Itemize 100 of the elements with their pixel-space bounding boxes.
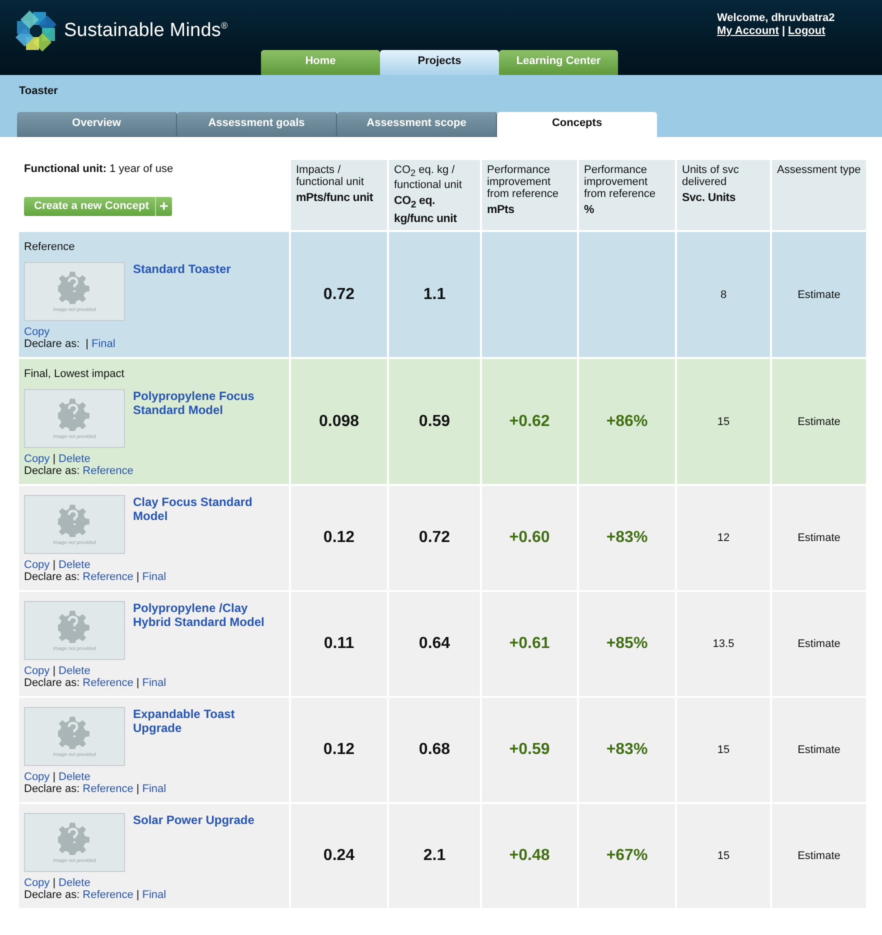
separator: | <box>52 665 56 678</box>
placeholder-icon <box>58 270 92 304</box>
placeholder-icon <box>58 821 92 856</box>
project-title: Toaster <box>19 85 58 97</box>
account-link[interactable]: My Account <box>717 25 779 37</box>
concept-name[interactable]: Polypropylene Focus Standard Model <box>133 389 273 448</box>
column-title: Performance improvement from reference <box>584 164 657 200</box>
action-link[interactable]: Delete <box>58 771 90 784</box>
table-cell: +0.48 <box>509 847 550 864</box>
declare-link[interactable]: Final <box>92 338 116 350</box>
table-cell: 15 <box>717 744 730 756</box>
table-cell: 0.24 <box>323 847 355 864</box>
separator: | <box>86 338 88 350</box>
table-cell: 13.5 <box>712 638 734 650</box>
separator: | <box>136 889 140 902</box>
table-cell: Estimate <box>798 416 840 428</box>
concept-name[interactable]: Expandable Toast Upgrade <box>133 707 273 766</box>
nav-tab[interactable]: Projects <box>380 50 499 75</box>
separator: | <box>782 25 786 37</box>
action-link[interactable]: Copy <box>24 559 50 572</box>
separator: | <box>136 783 140 796</box>
concept-name[interactable]: Polypropylene /Clay Hybrid Standard Model <box>133 601 273 660</box>
concept-name[interactable]: Standard Toaster <box>133 262 231 322</box>
table-cell: 8 <box>720 288 727 301</box>
section-tab[interactable]: Overview <box>17 112 177 137</box>
declare-label: Declare as: <box>24 465 80 478</box>
column-title: Performance improvement from reference <box>487 164 560 200</box>
placeholder-icon <box>58 715 92 750</box>
action-link[interactable]: Copy <box>24 665 50 678</box>
table-cell: Estimate <box>798 744 840 756</box>
concept-name[interactable]: Solar Power Upgrade <box>133 813 254 872</box>
table-cell: 0.68 <box>418 741 450 758</box>
brand-name: Sustainable Minds$^{®}$ <box>64 20 228 42</box>
declare-label: Declare as: <box>24 889 80 902</box>
placeholder-icon <box>58 397 92 432</box>
table-cell: +86% <box>606 412 648 430</box>
section-tab[interactable]: Assessment goals <box>177 112 337 137</box>
table-cell: +0.59 <box>509 741 550 758</box>
concept-name[interactable]: Clay Focus Standard Model <box>133 495 273 554</box>
separator: | <box>52 453 56 466</box>
separator: | <box>136 677 140 690</box>
column-unit: % <box>584 203 596 218</box>
declare-label: Declare as: <box>24 571 80 584</box>
account-link[interactable]: Logout <box>788 25 826 37</box>
column-title: Impacts / functional unit <box>296 164 365 188</box>
action-link[interactable]: Copy <box>24 453 50 466</box>
table-cell: +0.60 <box>509 529 550 546</box>
table-cell: 0.12 <box>323 741 355 758</box>
section-tab[interactable]: Assessment scope <box>337 112 497 137</box>
action-link[interactable]: Delete <box>58 665 90 678</box>
column-unit: Svc. Units <box>682 191 737 206</box>
separator: | <box>52 559 56 572</box>
table-cell: Estimate <box>798 288 840 301</box>
declare-link[interactable]: Final <box>142 677 166 690</box>
table-cell: 0.11 <box>324 635 354 652</box>
column-title: Units of svc delivered <box>682 164 740 188</box>
declare-label: Declare as: <box>24 783 80 796</box>
functional-unit: Functional unit: 1 year of use <box>24 163 174 175</box>
declare-link[interactable]: Reference <box>82 889 134 902</box>
table-cell: +85% <box>606 635 648 652</box>
table-cell: 15 <box>717 416 730 428</box>
declare-link[interactable]: Reference <box>82 677 134 690</box>
concept-status: Final, Lowest impact <box>24 368 126 380</box>
column-unit: mPts <box>487 203 516 218</box>
welcome-text: Welcome, dhruvbatra2 <box>717 12 835 25</box>
table-cell: 0.72 <box>418 529 450 546</box>
table-cell: 1.1 <box>423 286 446 303</box>
declare-link[interactable]: Reference <box>82 783 134 796</box>
action-link[interactable]: Copy <box>24 771 50 784</box>
table-cell: 0.64 <box>418 635 450 652</box>
table-cell: +83% <box>606 529 648 546</box>
action-link[interactable]: Copy <box>24 877 50 890</box>
table-cell: 0.12 <box>323 529 355 546</box>
declare-label: Declare as: <box>24 338 80 350</box>
column-title: Assessment type <box>777 164 862 176</box>
separator: | <box>136 571 140 584</box>
column-unit: mPts/func unit <box>296 191 374 206</box>
placeholder-icon <box>58 609 92 644</box>
declare-link[interactable]: Final <box>142 571 166 584</box>
table-cell: 0.59 <box>418 412 450 430</box>
placeholder-icon <box>58 503 92 538</box>
column-unit: CO$_{2}$ eq. kg/func unit <box>394 194 458 228</box>
table-cell: +0.61 <box>509 635 550 652</box>
table-cell: Estimate <box>798 850 840 862</box>
declare-link[interactable]: Final <box>142 889 166 902</box>
table-cell: 12 <box>717 532 730 544</box>
table-cell: 15 <box>717 850 730 862</box>
logo-icon <box>14 9 58 53</box>
section-tab[interactable]: Concepts <box>497 112 657 137</box>
action-link[interactable]: Delete <box>58 877 90 890</box>
declare-link[interactable]: Final <box>142 783 166 796</box>
action-link[interactable]: Delete <box>58 453 90 466</box>
table-cell: +83% <box>606 741 648 758</box>
declare-link[interactable]: Reference <box>82 571 134 584</box>
separator: | <box>52 771 56 784</box>
declare-link[interactable]: Reference <box>82 465 134 478</box>
declare-label: Declare as: <box>24 677 80 690</box>
action-link[interactable]: Delete <box>58 559 90 572</box>
table-cell: +0.62 <box>509 412 550 430</box>
action-link[interactable]: Copy <box>24 326 50 338</box>
